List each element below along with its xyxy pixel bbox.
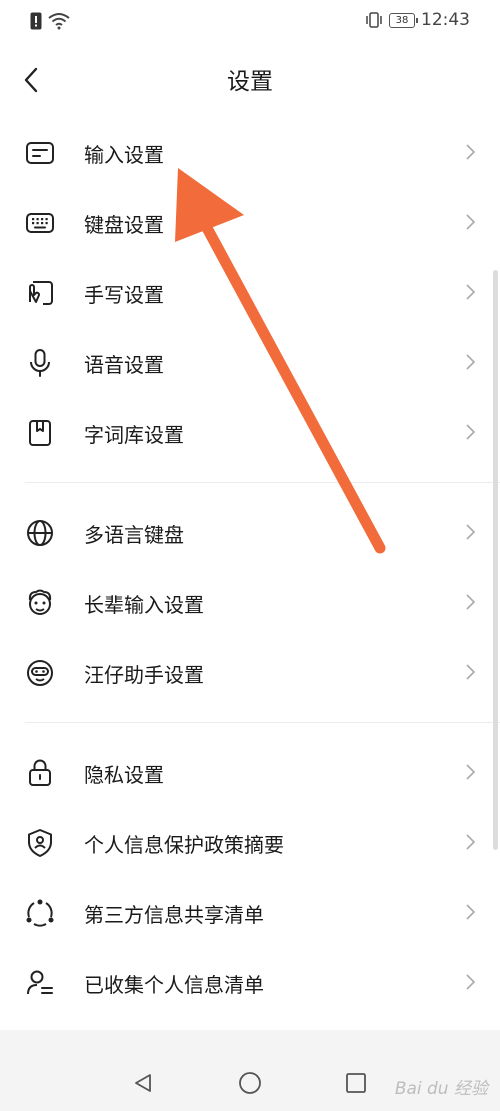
keyboard-icon bbox=[26, 213, 54, 233]
user-list-icon bbox=[27, 970, 53, 995]
menu-item-multilanguage-keyboard[interactable]: 多语言键盘 bbox=[0, 497, 500, 567]
chevron-right-icon bbox=[466, 834, 476, 850]
menu-item-label: 汪仔助手设置 bbox=[84, 663, 204, 687]
dictionary-icon bbox=[29, 420, 51, 446]
menu-item-label: 已收集个人信息清单 bbox=[84, 973, 264, 997]
wifi-icon bbox=[48, 13, 70, 30]
chevron-right-icon bbox=[466, 904, 476, 920]
chevron-right-icon bbox=[466, 524, 476, 540]
menu-item-assistant-settings[interactable]: 汪仔助手设置 bbox=[0, 637, 500, 707]
status-right-icons: 38 12:43 bbox=[365, 10, 470, 30]
vibrate-icon bbox=[366, 12, 382, 28]
status-time: 12:43 bbox=[421, 10, 470, 30]
chevron-right-icon bbox=[466, 664, 476, 680]
menu-item-collected-info-list[interactable]: 已收集个人信息清单 bbox=[0, 947, 500, 1017]
menu-item-dictionary-settings[interactable]: 字词库设置 bbox=[0, 397, 500, 467]
scrollbar[interactable] bbox=[493, 270, 498, 850]
menu-item-voice-settings[interactable]: 语音设置 bbox=[0, 327, 500, 397]
menu-item-label: 字词库设置 bbox=[84, 423, 184, 447]
section-divider bbox=[25, 482, 500, 483]
status-bar: 38 12:43 bbox=[0, 0, 500, 44]
shield-user-icon bbox=[28, 829, 52, 857]
chevron-right-icon bbox=[466, 284, 476, 300]
page-title: 设置 bbox=[227, 69, 273, 95]
nav-recents-button[interactable] bbox=[341, 1068, 371, 1098]
globe-icon bbox=[27, 520, 53, 546]
assistant-face-icon bbox=[27, 660, 53, 686]
menu-item-handwriting-settings[interactable]: 手写设置 bbox=[0, 257, 500, 327]
elder-face-icon bbox=[28, 589, 52, 615]
menu-item-label: 个人信息保护政策摘要 bbox=[84, 833, 284, 857]
chevron-right-icon bbox=[466, 764, 476, 780]
lock-icon bbox=[29, 759, 51, 786]
chevron-right-icon bbox=[466, 424, 476, 440]
chevron-right-icon bbox=[466, 144, 476, 160]
share-circle-icon bbox=[26, 899, 54, 927]
menu-item-input-settings[interactable]: 输入设置 bbox=[0, 117, 500, 187]
menu-item-label: 语音设置 bbox=[84, 353, 164, 377]
chevron-right-icon bbox=[466, 594, 476, 610]
menu-item-label: 第三方信息共享清单 bbox=[84, 903, 264, 927]
chevron-right-icon bbox=[466, 354, 476, 370]
menu-item-privacy-settings[interactable]: 隐私设置 bbox=[0, 737, 500, 807]
nav-home-icon bbox=[239, 1072, 261, 1094]
status-left-icons bbox=[30, 12, 70, 30]
sim-alert-icon bbox=[30, 12, 42, 30]
menu-item-keyboard-settings[interactable]: 键盘设置 bbox=[0, 187, 500, 257]
nav-home-button[interactable] bbox=[235, 1068, 265, 1098]
microphone-icon bbox=[30, 349, 50, 377]
menu-item-label: 长辈输入设置 bbox=[84, 593, 204, 617]
chevron-right-icon bbox=[466, 974, 476, 990]
menu-item-label: 手写设置 bbox=[84, 283, 164, 307]
menu-item-privacy-policy-summary[interactable]: 个人信息保护政策摘要 bbox=[0, 807, 500, 877]
menu-item-elder-input-settings[interactable]: 长辈输入设置 bbox=[0, 567, 500, 637]
battery-icon: 38 bbox=[389, 12, 418, 28]
menu-item-third-party-sharing-list[interactable]: 第三方信息共享清单 bbox=[0, 877, 500, 947]
app-header: 设置 bbox=[0, 44, 500, 116]
nav-back-button[interactable] bbox=[128, 1068, 158, 1098]
input-settings-icon bbox=[26, 142, 54, 164]
menu-item-label: 键盘设置 bbox=[84, 213, 164, 237]
handwriting-icon bbox=[29, 281, 53, 305]
battery-level: 38 bbox=[395, 14, 409, 26]
watermark: Bai du 经验 bbox=[394, 1079, 488, 1099]
settings-menu: 输入设置 键盘设置 手写设置 语音设置 字词库设置 多语言键盘 长辈输入设置 汪… bbox=[0, 117, 500, 1017]
menu-item-label: 输入设置 bbox=[84, 143, 164, 167]
menu-item-label: 多语言键盘 bbox=[84, 523, 184, 547]
menu-item-label: 隐私设置 bbox=[84, 763, 164, 787]
section-divider bbox=[25, 722, 500, 723]
chevron-right-icon bbox=[466, 214, 476, 230]
nav-recents-icon bbox=[346, 1073, 366, 1093]
nav-back-icon bbox=[135, 1074, 151, 1092]
